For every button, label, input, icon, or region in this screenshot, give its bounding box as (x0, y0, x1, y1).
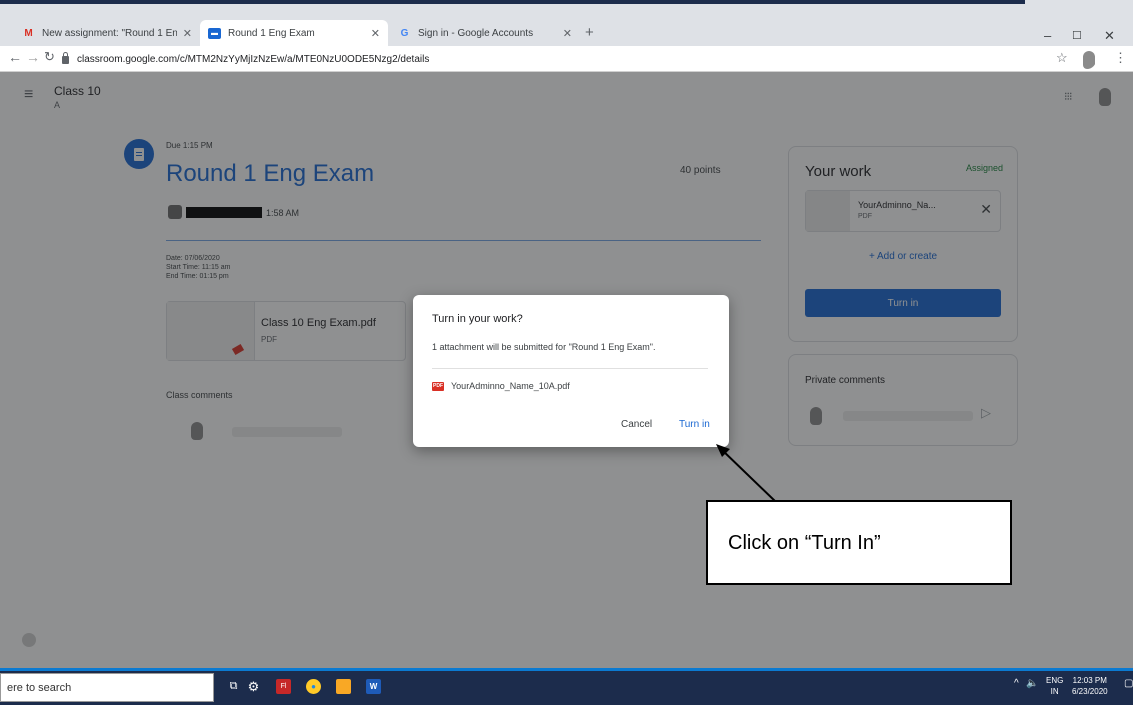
minimize-button[interactable]: – (1044, 28, 1051, 43)
windows-taskbar: ere to search ⧉ ⚙ Fl ● W ^ 🔈 ENG IN 12:0… (0, 668, 1133, 705)
clock-time: 12:03 PM (1072, 676, 1107, 685)
tab-gmail[interactable]: M New assignment: "Round 1 Eng | ✕ (14, 20, 200, 46)
window-close-button[interactable]: ✕ (1104, 28, 1115, 44)
language-code: ENG (1046, 676, 1064, 685)
word-icon[interactable]: W (366, 679, 381, 694)
gmail-icon: M (24, 27, 33, 39)
lock-icon (62, 52, 69, 64)
gear-icon[interactable]: ⚙ (246, 679, 261, 694)
close-icon[interactable]: ✕ (183, 27, 192, 40)
tab-title: Sign in - Google Accounts (418, 27, 534, 39)
task-view-icon[interactable]: ⧉ (226, 679, 241, 694)
close-icon[interactable]: ✕ (371, 27, 380, 40)
browser-toolbar: ← → ↻ classroom.google.com/c/MTM2NzYyMjI… (0, 46, 1133, 72)
new-tab-button[interactable]: + (585, 24, 594, 41)
taskbar-search-text: ere to search (7, 682, 72, 694)
clock[interactable]: 12:03 PM 6/23/2020 (1072, 675, 1108, 697)
browser-menu-icon[interactable]: ⋮ (1114, 50, 1127, 66)
maximize-button[interactable]: ☐ (1072, 29, 1082, 42)
dialog-file-name: YourAdminno_Name_10A.pdf (451, 381, 570, 391)
notification-icon[interactable]: ▢ (1124, 678, 1133, 689)
tab-strip: M New assignment: "Round 1 Eng | ✕ ▬ Rou… (0, 14, 1133, 46)
taskbar-search[interactable]: ere to search (0, 673, 214, 702)
url-text: classroom.google.com/c/MTM2NzYyMjIzNzEw/… (77, 53, 430, 65)
dialog-divider (432, 368, 708, 369)
google-icon: G (400, 27, 409, 39)
back-icon[interactable]: ← (8, 49, 22, 65)
forward-icon[interactable]: → (26, 49, 40, 65)
file-explorer-icon[interactable] (336, 679, 351, 694)
app-icon-red[interactable]: Fl (276, 679, 291, 694)
annotation-callout: Click on “Turn In” (706, 500, 1012, 585)
annotation-arrow (716, 444, 777, 503)
confirm-turn-in-button[interactable]: Turn in (679, 419, 710, 430)
tray-chevron-icon[interactable]: ^ (1014, 678, 1019, 689)
chrome-icon[interactable]: ● (306, 679, 321, 694)
tab-title: Round 1 Eng Exam (228, 27, 315, 39)
tab-title: New assignment: "Round 1 Eng | (42, 27, 177, 39)
region-code: IN (1050, 687, 1059, 696)
taskbar-accent (0, 668, 1133, 671)
classroom-icon: ▬ (208, 27, 221, 39)
close-icon[interactable]: ✕ (563, 27, 572, 40)
bookmark-star-icon[interactable]: ☆ (1056, 50, 1068, 66)
dialog-message: 1 attachment will be submitted for "Roun… (432, 342, 656, 352)
profile-avatar[interactable] (1078, 47, 1096, 69)
clock-date: 6/23/2020 (1072, 687, 1108, 696)
address-bar[interactable]: classroom.google.com/c/MTM2NzYyMjIzNzEw/… (62, 49, 1022, 69)
annotation-text: Click on “Turn In” (728, 532, 881, 554)
window-accent-bar (0, 0, 1025, 4)
language-indicator[interactable]: ENG IN (1046, 675, 1063, 697)
dialog-title: Turn in your work? (432, 313, 523, 325)
cancel-button[interactable]: Cancel (621, 419, 652, 430)
volume-icon[interactable]: 🔈 (1026, 678, 1038, 689)
window-top-edge (0, 0, 1133, 14)
tab-classroom[interactable]: ▬ Round 1 Eng Exam ✕ (200, 20, 388, 46)
reload-icon[interactable]: ↻ (44, 49, 55, 65)
dialog-attachment: PDF YourAdminno_Name_10A.pdf (432, 381, 570, 391)
pdf-icon: PDF (432, 381, 444, 391)
tab-google-accounts[interactable]: G Sign in - Google Accounts ✕ (390, 20, 580, 46)
turn-in-dialog: Turn in your work? 1 attachment will be … (413, 295, 729, 447)
